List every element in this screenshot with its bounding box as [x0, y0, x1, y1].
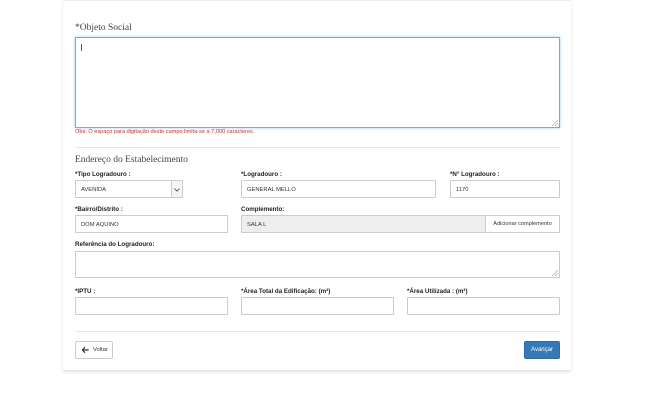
adicionar-complemento-button[interactable]: Adicionar complemento: [485, 215, 560, 233]
tipo-logradouro-select[interactable]: AVENIDA: [75, 180, 183, 198]
divider: [75, 147, 560, 148]
referencia-label: Referência do Logradouro:: [75, 241, 155, 248]
iptu-label: *IPTU :: [75, 288, 96, 295]
complemento-label: Complemento:: [241, 206, 285, 213]
divider: [75, 331, 560, 332]
area-utilizada-input[interactable]: [407, 297, 560, 315]
text-caret: [81, 44, 82, 51]
voltar-button[interactable]: Voltar: [75, 341, 113, 359]
area-total-label: *Área Total da Edificação: (m²): [241, 288, 331, 295]
numero-logradouro-label: *N° Logradouro :: [450, 171, 500, 178]
resize-handle-icon[interactable]: [552, 270, 558, 276]
avancar-button[interactable]: Avançar: [524, 341, 560, 359]
resize-handle-icon[interactable]: [552, 120, 558, 126]
bairro-input[interactable]: DOM AQUINO: [75, 215, 228, 233]
complemento-input: SALA L: [241, 215, 486, 233]
area-utilizada-label: *Área Utilizada : (m²): [407, 288, 468, 295]
objeto-social-label: *Objeto Social: [75, 23, 132, 33]
arrow-left-icon: [82, 347, 89, 353]
bairro-label: *Bairro/Distrito :: [75, 206, 123, 213]
referencia-textarea[interactable]: [75, 251, 560, 278]
endereco-section-title: Endereço do Estabelecimento: [75, 155, 188, 165]
chevron-down-icon: [171, 181, 182, 197]
objeto-social-note: Obs: O espaço para digitação deste campo…: [75, 129, 255, 135]
tipo-logradouro-label: *Tipo Logradouro :: [75, 171, 131, 178]
tipo-logradouro-value: AVENIDA: [81, 187, 107, 193]
form-card: *Objeto Social Obs: O espaço para digita…: [63, 0, 571, 370]
logradouro-label: *Logradouro :: [241, 171, 282, 178]
iptu-input[interactable]: [75, 297, 228, 315]
area-total-input[interactable]: [241, 297, 394, 315]
objeto-social-textarea[interactable]: [75, 37, 560, 128]
logradouro-input[interactable]: GENERAL MELLO: [241, 180, 436, 198]
voltar-label: Voltar: [93, 347, 108, 353]
numero-logradouro-input[interactable]: 1170: [450, 180, 560, 198]
